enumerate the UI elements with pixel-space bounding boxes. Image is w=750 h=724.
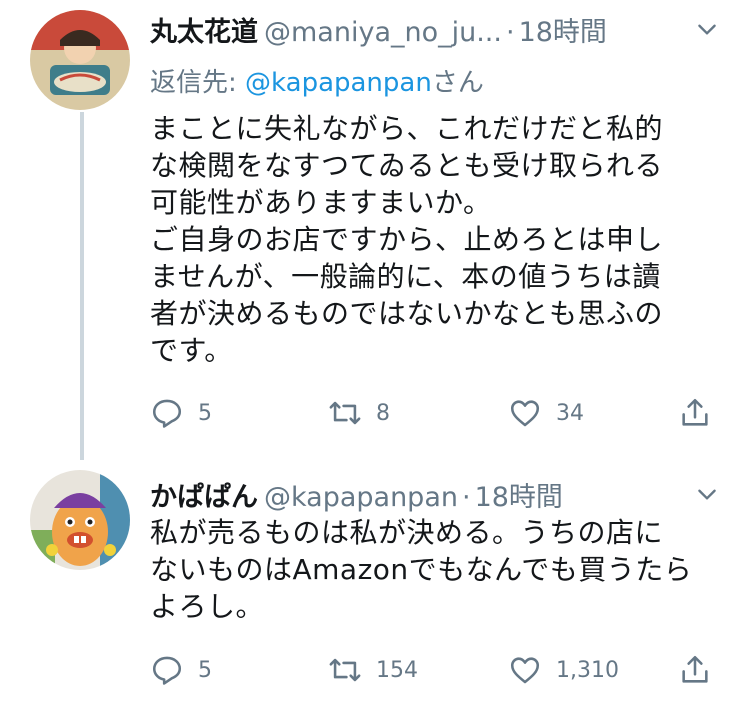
reply-context: 返信先: @kapapanpanさん	[150, 62, 484, 99]
tweet-header: かぱぱん @kapapanpan · 18時間	[150, 475, 730, 515]
reply-button[interactable]: 5	[150, 650, 212, 690]
like-icon	[510, 657, 540, 684]
thread-connector-line	[80, 112, 84, 460]
retweet-count: 8	[376, 400, 390, 426]
retweet-icon	[329, 401, 361, 425]
reply-prefix: 返信先:	[150, 68, 246, 98]
like-button[interactable]: 1,310	[508, 650, 619, 690]
tweet-actions: 5 154 1,310	[150, 650, 720, 690]
display-name[interactable]: かぱぱん	[150, 482, 258, 513]
tweet-text: まことに失礼ながら、これだけだと私的 な検閲をなすつてゐるとも受け取られる 可能…	[150, 112, 664, 367]
reply-icon	[152, 399, 182, 428]
retweet-button[interactable]: 154	[328, 650, 418, 690]
avatar[interactable]	[30, 470, 130, 570]
timestamp[interactable]: 18時間	[519, 17, 607, 48]
reply-suffix: さん	[431, 68, 484, 98]
tweet-actions: 5 8 34	[150, 393, 720, 433]
chevron-down-icon[interactable]	[694, 16, 720, 42]
share-button[interactable]	[678, 393, 712, 433]
tweet-text: 私が売るものは私が決める。うちの店に ないものはAmazonでもなんでも買うたら…	[150, 516, 693, 623]
share-icon	[682, 655, 708, 683]
separator-dot: ·	[505, 17, 515, 48]
share-button[interactable]	[678, 650, 712, 690]
user-handle[interactable]: @maniya_no_ju...	[264, 17, 502, 48]
like-count: 1,310	[556, 657, 619, 683]
display-name[interactable]: 丸太花道	[150, 17, 258, 48]
like-icon	[510, 400, 540, 427]
retweet-count: 154	[376, 657, 418, 683]
avatar[interactable]	[30, 10, 130, 110]
retweet-button[interactable]: 8	[328, 393, 390, 433]
like-button[interactable]: 34	[508, 393, 584, 433]
like-count: 34	[556, 400, 584, 426]
timestamp[interactable]: 18時間	[475, 482, 563, 513]
reply-count: 5	[198, 400, 212, 426]
reply-mention-link[interactable]: @kapapanpan	[245, 68, 432, 98]
share-icon	[682, 398, 708, 426]
tweet-header: 丸太花道 @maniya_no_ju... · 18時間	[150, 10, 730, 50]
reply-button[interactable]: 5	[150, 393, 212, 433]
retweet-icon	[329, 658, 361, 682]
reply-icon	[152, 656, 182, 685]
chevron-down-icon[interactable]	[694, 481, 720, 507]
user-handle[interactable]: @kapapanpan	[264, 482, 458, 513]
separator-dot: ·	[461, 482, 471, 513]
reply-count: 5	[198, 657, 212, 683]
